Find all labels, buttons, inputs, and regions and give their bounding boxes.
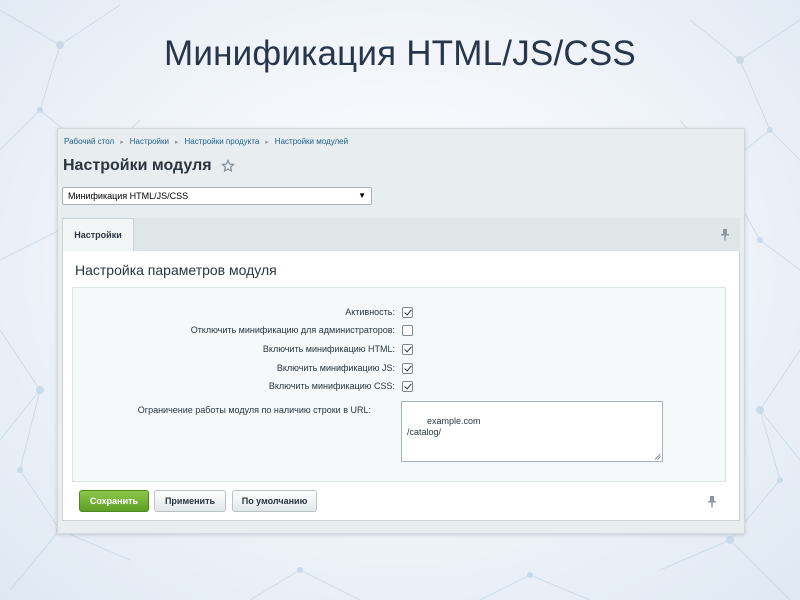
option-label-disable-for-admins: Отключить минификацию для администраторо… <box>190 325 395 335</box>
breadcrumb-item-settings[interactable]: Настройки <box>130 137 169 146</box>
dropdown-arrow-icon: ▼ <box>358 191 366 200</box>
tab-content: Настройка параметров модуля Активность: … <box>62 251 740 521</box>
minify-css-checkbox[interactable] <box>402 381 413 392</box>
save-button[interactable]: Сохранить <box>79 490 149 512</box>
module-select[interactable]: Минификация HTML/JS/CSS ▼ <box>62 187 372 205</box>
apply-button[interactable]: Применить <box>154 490 226 512</box>
breadcrumb-item-desktop[interactable]: Рабочий стол <box>64 137 114 146</box>
section-title: Настройка параметров модуля <box>75 262 277 278</box>
breadcrumb-separator-icon: ▸ <box>265 139 269 146</box>
star-icon[interactable] <box>221 159 235 173</box>
option-label-minify-html: Включить минификацию HTML: <box>262 344 395 354</box>
options-form: Активность: Отключить минификацию для ад… <box>72 287 726 482</box>
breadcrumb-item-module-settings[interactable]: Настройки модулей <box>275 137 348 146</box>
minify-html-checkbox[interactable] <box>402 344 413 355</box>
tab-strip: Настройки <box>62 218 740 252</box>
minify-js-checkbox[interactable] <box>402 363 413 374</box>
url-restriction-textarea[interactable]: example.com /catalog/ <box>401 401 663 462</box>
module-select-value: Минификация HTML/JS/CSS <box>68 191 189 201</box>
breadcrumb-item-product-settings[interactable]: Настройки продукта <box>184 137 259 146</box>
option-label-minify-css: Включить минификацию CSS: <box>268 381 395 391</box>
resize-handle-icon[interactable] <box>654 453 661 460</box>
option-label-activity: Активность: <box>345 307 395 317</box>
tab-settings[interactable]: Настройки <box>62 218 134 251</box>
slide-title: Минификация HTML/JS/CSS <box>164 34 636 73</box>
breadcrumb: Рабочий стол ▸ Настройки ▸ Настройки продукт… <box>64 137 348 146</box>
activity-checkbox[interactable] <box>402 307 413 318</box>
breadcrumb-separator-icon: ▸ <box>120 139 124 146</box>
url-restriction-label: Ограничение работы модуля по наличию стр… <box>137 405 371 415</box>
url-restriction-value: example.com /catalog/ <box>407 416 481 437</box>
settings-panel: Рабочий стол ▸ Настройки ▸ Настройки продукт… <box>57 128 745 534</box>
pin-icon[interactable] <box>720 229 730 241</box>
pin-icon[interactable] <box>707 496 717 508</box>
breadcrumb-separator-icon: ▸ <box>174 139 179 146</box>
option-label-minify-js: Включить минификацию JS: <box>276 363 395 373</box>
page-title: Настройки модуля <box>63 157 212 174</box>
disable-for-admins-checkbox[interactable] <box>402 325 413 336</box>
defaults-button[interactable]: По умолчанию <box>232 490 317 512</box>
